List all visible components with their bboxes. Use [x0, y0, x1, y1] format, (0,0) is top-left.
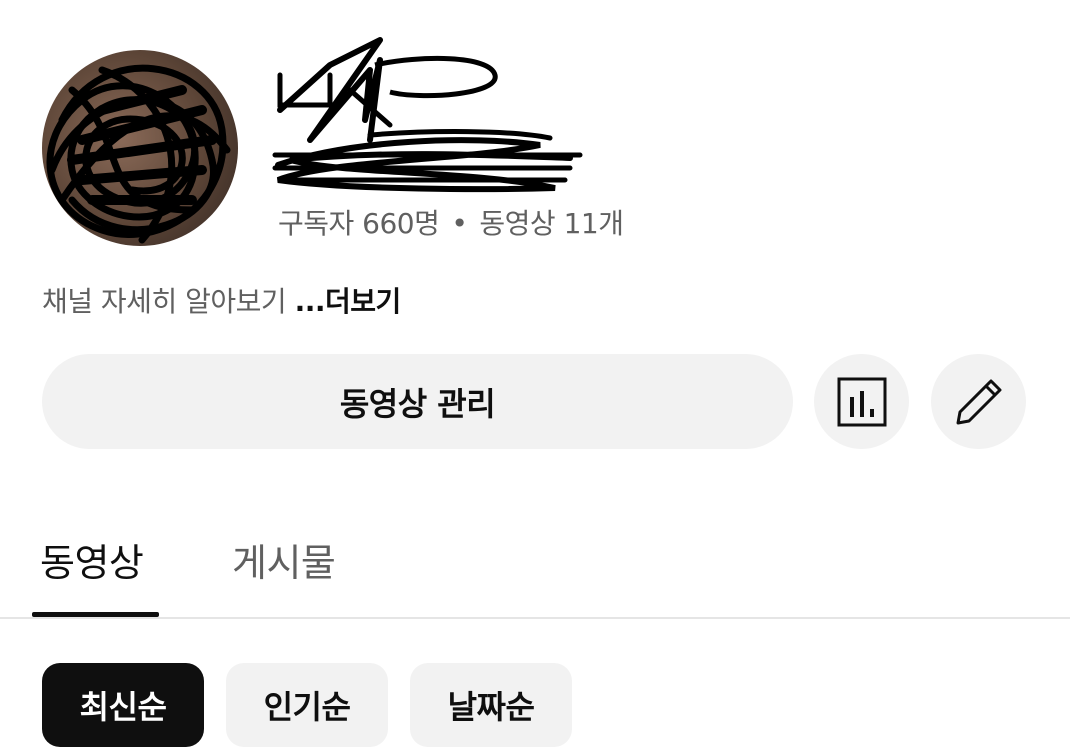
sort-chip-popular[interactable]: 인기순 [226, 663, 388, 747]
manage-videos-button[interactable]: 동영상 관리 [42, 354, 793, 449]
channel-tabs: 동영상 게시물 [0, 520, 1070, 620]
tab-posts[interactable]: 게시물 [232, 532, 336, 587]
description-text: 채널 자세히 알아보기 [42, 285, 287, 318]
analytics-button[interactable] [814, 354, 909, 449]
analytics-icon [837, 377, 886, 426]
channel-stats: 구독자 660명 • 동영상 11개 [278, 202, 624, 242]
redaction-scribble [46, 64, 231, 244]
edit-channel-button[interactable] [931, 354, 1026, 449]
channel-avatar[interactable] [42, 50, 238, 246]
sort-chip-latest[interactable]: 최신순 [42, 663, 204, 747]
sort-chip-label: 날짜순 [447, 688, 535, 726]
tabs-divider [0, 617, 1070, 619]
more-link[interactable]: ...더보기 [295, 285, 402, 318]
channel-name-redacted [270, 30, 600, 200]
stats-separator: • [451, 207, 468, 240]
tab-videos[interactable]: 동영상 [40, 532, 144, 587]
sort-chip-label: 인기순 [263, 688, 351, 726]
video-count: 동영상 11개 [479, 207, 624, 240]
subscriber-count: 구독자 660명 [278, 207, 440, 240]
channel-description[interactable]: 채널 자세히 알아보기 ...더보기 [42, 280, 401, 320]
channel-page: 구독자 660명 • 동영상 11개 채널 자세히 알아보기 ...더보기 동영상 … [0, 0, 1070, 750]
manage-videos-label: 동영상 관리 [339, 384, 496, 423]
redaction-scribble [272, 37, 583, 193]
pencil-icon [956, 379, 1001, 424]
sort-chip-label: 최신순 [79, 688, 167, 726]
sort-chip-date[interactable]: 날짜순 [410, 663, 572, 747]
